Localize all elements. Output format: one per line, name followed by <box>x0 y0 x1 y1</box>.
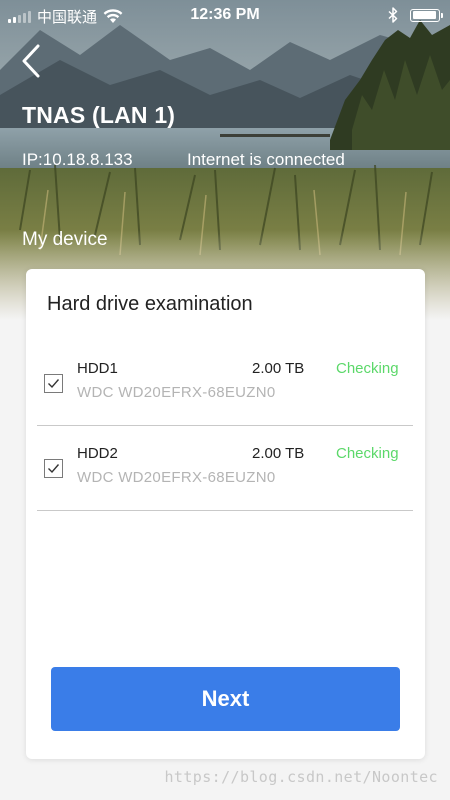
section-label-my-device: My device <box>22 229 108 250</box>
drive-size: 2.00 TB <box>252 360 305 377</box>
ip-address: IP:10.18.8.133 <box>22 150 133 169</box>
drive-checkbox-hdd2[interactable] <box>44 459 63 478</box>
checkmark-icon <box>48 379 60 389</box>
status-right <box>388 7 443 23</box>
drive-model: WDC WD20EFRX-68EUZN0 <box>77 384 276 401</box>
internet-status: Internet is connected <box>187 150 345 169</box>
chevron-left-icon <box>22 44 40 78</box>
drive-name: HDD1 <box>77 360 118 377</box>
drive-checkbox-hdd1[interactable] <box>44 374 63 393</box>
device-name: TNAS (LAN 1) <box>22 102 176 128</box>
screen: 中国联通 12:36 PM TNAS (LAN 1) IP:10.18.8.13… <box>0 0 450 800</box>
hard-drive-exam-card: Hard drive examination HDD1 WDC WD20EFRX… <box>26 269 425 759</box>
bluetooth-icon <box>388 7 398 23</box>
battery-level <box>412 11 436 19</box>
status-bar: 中国联通 12:36 PM <box>0 0 450 30</box>
watermark: https://blog.csdn.net/Noontec <box>164 768 438 786</box>
drive-size: 2.00 TB <box>252 445 305 462</box>
status-time: 12:36 PM <box>190 6 260 23</box>
drive-name: HDD2 <box>77 445 118 462</box>
battery-icon <box>410 8 443 22</box>
drive-row-hdd1: HDD1 WDC WD20EFRX-68EUZN0 2.00 TB Checki… <box>37 341 413 426</box>
card-title: Hard drive examination <box>47 293 253 315</box>
back-button[interactable] <box>16 40 50 82</box>
drive-status: Checking <box>336 445 399 462</box>
next-button[interactable]: Next <box>51 667 400 731</box>
drive-model: WDC WD20EFRX-68EUZN0 <box>77 469 276 486</box>
drive-status: Checking <box>336 360 399 377</box>
checkmark-icon <box>48 464 60 474</box>
drive-row-hdd2: HDD2 WDC WD20EFRX-68EUZN0 2.00 TB Checki… <box>37 426 413 511</box>
